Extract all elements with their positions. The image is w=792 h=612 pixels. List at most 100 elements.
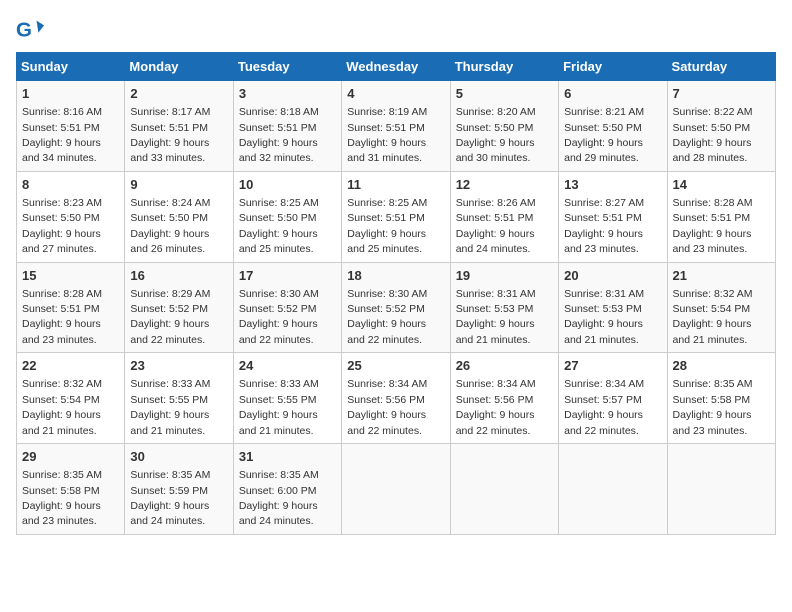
day-number: 17 <box>239 267 336 285</box>
day-info: Sunrise: 8:33 AMSunset: 5:55 PMDaylight:… <box>130 378 210 436</box>
calendar-day: 2 Sunrise: 8:17 AMSunset: 5:51 PMDayligh… <box>125 81 233 172</box>
day-info: Sunrise: 8:33 AMSunset: 5:55 PMDaylight:… <box>239 378 319 436</box>
weekday-header: Sunday <box>17 53 125 81</box>
calendar-day: 12 Sunrise: 8:26 AMSunset: 5:51 PMDaylig… <box>450 171 558 262</box>
day-info: Sunrise: 8:28 AMSunset: 5:51 PMDaylight:… <box>673 197 753 255</box>
weekday-header: Wednesday <box>342 53 450 81</box>
calendar-day: 8 Sunrise: 8:23 AMSunset: 5:50 PMDayligh… <box>17 171 125 262</box>
day-info: Sunrise: 8:34 AMSunset: 5:57 PMDaylight:… <box>564 378 644 436</box>
calendar-day: 27 Sunrise: 8:34 AMSunset: 5:57 PMDaylig… <box>559 353 667 444</box>
day-number: 29 <box>22 448 119 466</box>
calendar-day: 23 Sunrise: 8:33 AMSunset: 5:55 PMDaylig… <box>125 353 233 444</box>
calendar-day: 17 Sunrise: 8:30 AMSunset: 5:52 PMDaylig… <box>233 262 341 353</box>
day-info: Sunrise: 8:24 AMSunset: 5:50 PMDaylight:… <box>130 197 210 255</box>
calendar-day: 21 Sunrise: 8:32 AMSunset: 5:54 PMDaylig… <box>667 262 775 353</box>
day-info: Sunrise: 8:30 AMSunset: 5:52 PMDaylight:… <box>239 288 319 346</box>
day-number: 13 <box>564 176 661 194</box>
calendar-day: 29 Sunrise: 8:35 AMSunset: 5:58 PMDaylig… <box>17 444 125 535</box>
day-info: Sunrise: 8:20 AMSunset: 5:50 PMDaylight:… <box>456 106 536 164</box>
page-header: G <box>16 16 776 44</box>
day-number: 15 <box>22 267 119 285</box>
day-info: Sunrise: 8:34 AMSunset: 5:56 PMDaylight:… <box>347 378 427 436</box>
weekday-header: Tuesday <box>233 53 341 81</box>
calendar-day: 10 Sunrise: 8:25 AMSunset: 5:50 PMDaylig… <box>233 171 341 262</box>
calendar-day <box>342 444 450 535</box>
calendar-day: 24 Sunrise: 8:33 AMSunset: 5:55 PMDaylig… <box>233 353 341 444</box>
calendar: SundayMondayTuesdayWednesdayThursdayFrid… <box>16 52 776 535</box>
day-number: 8 <box>22 176 119 194</box>
day-number: 16 <box>130 267 227 285</box>
day-info: Sunrise: 8:17 AMSunset: 5:51 PMDaylight:… <box>130 106 210 164</box>
day-number: 27 <box>564 357 661 375</box>
day-info: Sunrise: 8:16 AMSunset: 5:51 PMDaylight:… <box>22 106 102 164</box>
day-info: Sunrise: 8:35 AMSunset: 5:58 PMDaylight:… <box>673 378 753 436</box>
day-info: Sunrise: 8:32 AMSunset: 5:54 PMDaylight:… <box>673 288 753 346</box>
day-info: Sunrise: 8:27 AMSunset: 5:51 PMDaylight:… <box>564 197 644 255</box>
calendar-day: 30 Sunrise: 8:35 AMSunset: 5:59 PMDaylig… <box>125 444 233 535</box>
day-info: Sunrise: 8:25 AMSunset: 5:50 PMDaylight:… <box>239 197 319 255</box>
day-number: 14 <box>673 176 770 194</box>
day-number: 12 <box>456 176 553 194</box>
day-info: Sunrise: 8:35 AMSunset: 6:00 PMDaylight:… <box>239 469 319 527</box>
day-number: 23 <box>130 357 227 375</box>
weekday-header: Friday <box>559 53 667 81</box>
day-number: 25 <box>347 357 444 375</box>
calendar-day: 6 Sunrise: 8:21 AMSunset: 5:50 PMDayligh… <box>559 81 667 172</box>
calendar-day: 19 Sunrise: 8:31 AMSunset: 5:53 PMDaylig… <box>450 262 558 353</box>
calendar-day: 25 Sunrise: 8:34 AMSunset: 5:56 PMDaylig… <box>342 353 450 444</box>
calendar-day: 31 Sunrise: 8:35 AMSunset: 6:00 PMDaylig… <box>233 444 341 535</box>
day-number: 21 <box>673 267 770 285</box>
calendar-day: 9 Sunrise: 8:24 AMSunset: 5:50 PMDayligh… <box>125 171 233 262</box>
weekday-header: Thursday <box>450 53 558 81</box>
day-info: Sunrise: 8:18 AMSunset: 5:51 PMDaylight:… <box>239 106 319 164</box>
calendar-week: 15 Sunrise: 8:28 AMSunset: 5:51 PMDaylig… <box>17 262 776 353</box>
calendar-day: 28 Sunrise: 8:35 AMSunset: 5:58 PMDaylig… <box>667 353 775 444</box>
calendar-day: 18 Sunrise: 8:30 AMSunset: 5:52 PMDaylig… <box>342 262 450 353</box>
logo: G <box>16 16 48 44</box>
calendar-day: 7 Sunrise: 8:22 AMSunset: 5:50 PMDayligh… <box>667 81 775 172</box>
day-info: Sunrise: 8:28 AMSunset: 5:51 PMDaylight:… <box>22 288 102 346</box>
calendar-day: 4 Sunrise: 8:19 AMSunset: 5:51 PMDayligh… <box>342 81 450 172</box>
day-number: 30 <box>130 448 227 466</box>
day-info: Sunrise: 8:26 AMSunset: 5:51 PMDaylight:… <box>456 197 536 255</box>
day-number: 9 <box>130 176 227 194</box>
day-info: Sunrise: 8:21 AMSunset: 5:50 PMDaylight:… <box>564 106 644 164</box>
calendar-week: 29 Sunrise: 8:35 AMSunset: 5:58 PMDaylig… <box>17 444 776 535</box>
day-number: 22 <box>22 357 119 375</box>
calendar-day: 3 Sunrise: 8:18 AMSunset: 5:51 PMDayligh… <box>233 81 341 172</box>
day-number: 7 <box>673 85 770 103</box>
day-info: Sunrise: 8:35 AMSunset: 5:59 PMDaylight:… <box>130 469 210 527</box>
day-number: 28 <box>673 357 770 375</box>
day-info: Sunrise: 8:32 AMSunset: 5:54 PMDaylight:… <box>22 378 102 436</box>
day-number: 4 <box>347 85 444 103</box>
day-number: 20 <box>564 267 661 285</box>
day-number: 2 <box>130 85 227 103</box>
day-number: 26 <box>456 357 553 375</box>
day-number: 19 <box>456 267 553 285</box>
day-info: Sunrise: 8:22 AMSunset: 5:50 PMDaylight:… <box>673 106 753 164</box>
day-info: Sunrise: 8:29 AMSunset: 5:52 PMDaylight:… <box>130 288 210 346</box>
day-info: Sunrise: 8:19 AMSunset: 5:51 PMDaylight:… <box>347 106 427 164</box>
day-number: 6 <box>564 85 661 103</box>
day-info: Sunrise: 8:31 AMSunset: 5:53 PMDaylight:… <box>564 288 644 346</box>
day-info: Sunrise: 8:23 AMSunset: 5:50 PMDaylight:… <box>22 197 102 255</box>
day-number: 5 <box>456 85 553 103</box>
day-number: 24 <box>239 357 336 375</box>
calendar-week: 22 Sunrise: 8:32 AMSunset: 5:54 PMDaylig… <box>17 353 776 444</box>
calendar-body: 1 Sunrise: 8:16 AMSunset: 5:51 PMDayligh… <box>17 81 776 535</box>
weekday-header: Monday <box>125 53 233 81</box>
calendar-day: 22 Sunrise: 8:32 AMSunset: 5:54 PMDaylig… <box>17 353 125 444</box>
day-info: Sunrise: 8:35 AMSunset: 5:58 PMDaylight:… <box>22 469 102 527</box>
calendar-day: 16 Sunrise: 8:29 AMSunset: 5:52 PMDaylig… <box>125 262 233 353</box>
calendar-day <box>450 444 558 535</box>
calendar-day: 26 Sunrise: 8:34 AMSunset: 5:56 PMDaylig… <box>450 353 558 444</box>
calendar-day: 20 Sunrise: 8:31 AMSunset: 5:53 PMDaylig… <box>559 262 667 353</box>
calendar-day <box>667 444 775 535</box>
day-info: Sunrise: 8:31 AMSunset: 5:53 PMDaylight:… <box>456 288 536 346</box>
weekday-header: Saturday <box>667 53 775 81</box>
calendar-day: 1 Sunrise: 8:16 AMSunset: 5:51 PMDayligh… <box>17 81 125 172</box>
calendar-day: 13 Sunrise: 8:27 AMSunset: 5:51 PMDaylig… <box>559 171 667 262</box>
day-number: 11 <box>347 176 444 194</box>
calendar-week: 1 Sunrise: 8:16 AMSunset: 5:51 PMDayligh… <box>17 81 776 172</box>
logo-icon: G <box>16 16 44 44</box>
